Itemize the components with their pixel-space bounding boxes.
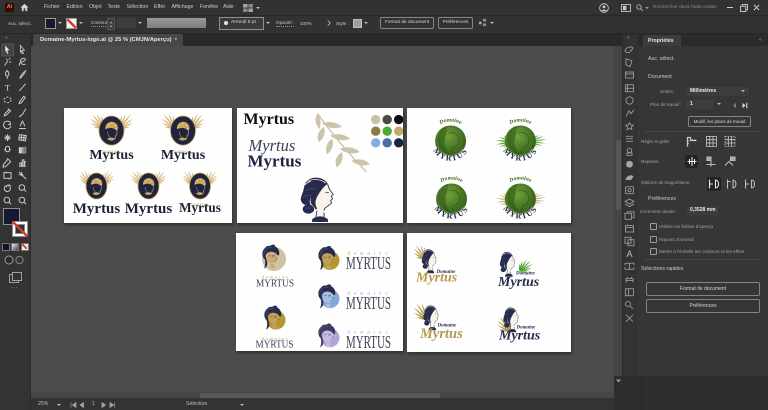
svg-text:MYRTUS: MYRTUS [346, 332, 391, 351]
svg-text:Myrtus: Myrtus [89, 148, 134, 163]
svg-text:Myrtus: Myrtus [179, 200, 221, 215]
svg-text:Myrtus: Myrtus [244, 111, 295, 128]
svg-text:Domaine: Domaine [508, 175, 533, 184]
svg-text:Myrtus: Myrtus [73, 201, 121, 217]
svg-text:Myrtus: Myrtus [161, 148, 206, 163]
svg-text:Myrtus: Myrtus [125, 201, 173, 217]
svg-text:Domaine: Domaine [508, 117, 533, 126]
svg-text:Domaine: Domaine [438, 117, 463, 126]
svg-text:Myrtus: Myrtus [419, 326, 463, 342]
svg-text:T: T [5, 83, 11, 93]
svg-text:Myrtus: Myrtus [248, 152, 302, 171]
svg-text:MYRTUS: MYRTUS [256, 339, 294, 351]
svg-text:Myrtus: Myrtus [497, 275, 540, 290]
svg-text:MYRTUS: MYRTUS [346, 293, 391, 313]
svg-text:Myrtus: Myrtus [498, 329, 541, 344]
svg-text:Domaine: Domaine [439, 175, 464, 184]
svg-text:A: A [626, 249, 632, 259]
svg-text:MYRTUS: MYRTUS [256, 277, 294, 289]
svg-text:MYRTUS: MYRTUS [346, 253, 391, 273]
svg-text:Myrtus: Myrtus [415, 271, 458, 286]
